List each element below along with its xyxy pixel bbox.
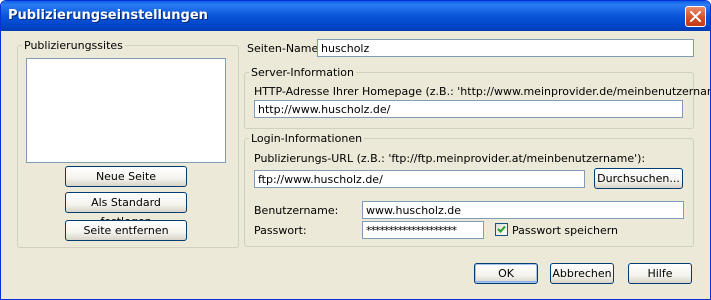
password-label: Passwort:	[254, 224, 307, 237]
cancel-button[interactable]: Abbrechen	[550, 263, 614, 284]
save-password-label[interactable]: Passwort speichern	[512, 224, 618, 237]
password-input[interactable]	[362, 221, 484, 239]
homepage-url-label: HTTP-Adresse Ihrer Homepage (z.B.: 'http…	[254, 85, 711, 98]
set-default-button[interactable]: Als Standard festlegen	[65, 192, 187, 228]
browse-button[interactable]: Durchsuchen...	[594, 168, 683, 189]
publish-url-input[interactable]	[254, 170, 585, 188]
help-button[interactable]: Hilfe	[628, 263, 692, 284]
save-password-checkbox[interactable]	[495, 223, 508, 236]
ok-button[interactable]: OK	[474, 263, 538, 284]
title-bar[interactable]: Publizierungseinstellungen	[1, 1, 710, 31]
close-icon	[690, 11, 701, 22]
sites-listbox[interactable]	[26, 58, 226, 163]
close-button[interactable]	[685, 6, 706, 27]
dialog-body: Publizierungssites Neue Seite Als Standa…	[4, 31, 710, 297]
site-name-input[interactable]	[317, 39, 694, 57]
new-site-button[interactable]: Neue Seite	[65, 166, 187, 187]
username-input[interactable]	[362, 201, 684, 219]
username-label: Benutzername:	[254, 204, 339, 217]
homepage-url-input[interactable]	[254, 100, 683, 118]
server-info-legend: Server-Information	[251, 66, 355, 79]
dialog-window: Publizierungseinstellungen Publizierungs…	[0, 0, 711, 300]
window-title: Publizierungseinstellungen	[8, 8, 208, 23]
site-name-label: Seiten-Name:	[247, 42, 322, 55]
publish-url-label: Publizierungs-URL (z.B.: 'ftp://ftp.mein…	[254, 152, 646, 165]
sites-legend: Publizierungssites	[24, 39, 123, 52]
login-info-legend: Login-Informationen	[251, 132, 363, 145]
checkmark-icon	[497, 225, 506, 233]
remove-site-button[interactable]: Seite entfernen	[65, 220, 187, 241]
